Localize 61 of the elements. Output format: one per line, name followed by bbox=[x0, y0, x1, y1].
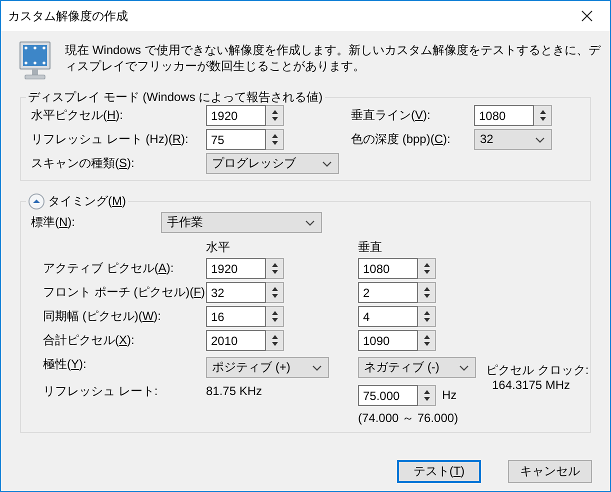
number-field[interactable]: 1090 bbox=[358, 330, 418, 351]
spin-button[interactable] bbox=[534, 105, 552, 126]
group-title: ディスプレイ モード (Windows によって報告される値) bbox=[28, 90, 323, 104]
number-field[interactable]: 1080 bbox=[358, 258, 418, 279]
close-icon bbox=[581, 10, 593, 22]
field-label: アクティブ ピクセル(A): bbox=[43, 260, 175, 277]
spin-button[interactable] bbox=[266, 330, 284, 351]
number-field[interactable]: 1080 bbox=[474, 105, 534, 126]
monitor-icon bbox=[19, 41, 51, 81]
field-label: 垂直ライン(V): bbox=[351, 107, 432, 124]
number-field[interactable]: 2010 bbox=[206, 330, 266, 351]
window-title: カスタム解像度の作成 bbox=[8, 8, 129, 24]
number-field[interactable]: 1920 bbox=[206, 258, 266, 279]
number-field[interactable]: 75 bbox=[206, 129, 266, 150]
spin-button[interactable] bbox=[418, 282, 436, 303]
range-text: (74.000 ～ 76.000) bbox=[358, 411, 460, 426]
number-field[interactable]: 2 bbox=[358, 282, 418, 303]
spin-button[interactable] bbox=[418, 306, 436, 327]
test-button[interactable]: テスト(T) bbox=[397, 460, 481, 483]
spin-button[interactable] bbox=[418, 385, 436, 406]
number-field[interactable]: 32 bbox=[206, 282, 266, 303]
unit-label: Hz bbox=[442, 388, 457, 403]
spin-button[interactable] bbox=[418, 330, 436, 351]
number-field[interactable]: 4 bbox=[358, 306, 418, 327]
description-text: 現在 Windows で使用できない解像度を作成します。新しいカスタム解像度をテストするときに、ディスプレイでフリッカーが数回生じることがあります。 bbox=[65, 42, 602, 75]
number-field[interactable]: 16 bbox=[206, 306, 266, 327]
chevron-down-icon bbox=[535, 136, 545, 142]
field-label: リフレッシュ レート: bbox=[43, 383, 159, 400]
column-header: 水平 bbox=[206, 240, 231, 255]
refresh-rate-value: 81.75 KHz bbox=[206, 383, 264, 400]
spin-button[interactable] bbox=[266, 258, 284, 279]
chevron-down-icon bbox=[312, 364, 322, 370]
field-label: スキャンの種類(S): bbox=[31, 155, 136, 172]
dropdown[interactable]: プログレッシブ bbox=[206, 153, 339, 174]
field-label: リフレッシュ レート (Hz)(R): bbox=[31, 131, 190, 148]
section-title: タイミング(M) bbox=[48, 194, 126, 208]
cancel-button[interactable]: キャンセル bbox=[508, 460, 592, 483]
field-label: 色の深度 (bpp)(C): bbox=[351, 131, 452, 148]
field-label: 標準(N): bbox=[31, 214, 76, 231]
column-header: 垂直 bbox=[358, 240, 383, 255]
field-label: 極性(Y): bbox=[43, 357, 88, 373]
chevron-down-icon bbox=[459, 364, 469, 370]
collapse-button[interactable] bbox=[28, 192, 45, 210]
spin-button[interactable] bbox=[266, 306, 284, 327]
dropdown[interactable]: ポジティブ (+) bbox=[206, 357, 329, 378]
spin-button[interactable] bbox=[266, 129, 284, 150]
spin-button[interactable] bbox=[418, 258, 436, 279]
pixel-clock-value: 164.3175 MHz bbox=[491, 378, 572, 393]
chevron-down-icon bbox=[322, 160, 332, 166]
chevron-down-icon bbox=[305, 220, 315, 226]
field-label: 合計ピクセル(X): bbox=[43, 332, 136, 349]
number-field[interactable]: 75.000 bbox=[358, 385, 418, 406]
spin-button[interactable] bbox=[266, 282, 284, 303]
field-label: 同期幅 (ピクセル)(W): bbox=[43, 308, 162, 325]
spin-button[interactable] bbox=[266, 105, 284, 126]
dropdown[interactable]: 32 bbox=[474, 129, 552, 150]
number-field[interactable]: 1920 bbox=[206, 105, 266, 126]
pixel-clock-label: ピクセル クロック: bbox=[486, 363, 590, 378]
dropdown[interactable]: ネガティブ (-) bbox=[358, 357, 476, 378]
field-label: 水平ピクセル(H): bbox=[31, 107, 124, 124]
dropdown[interactable]: 手作業 bbox=[161, 212, 322, 233]
